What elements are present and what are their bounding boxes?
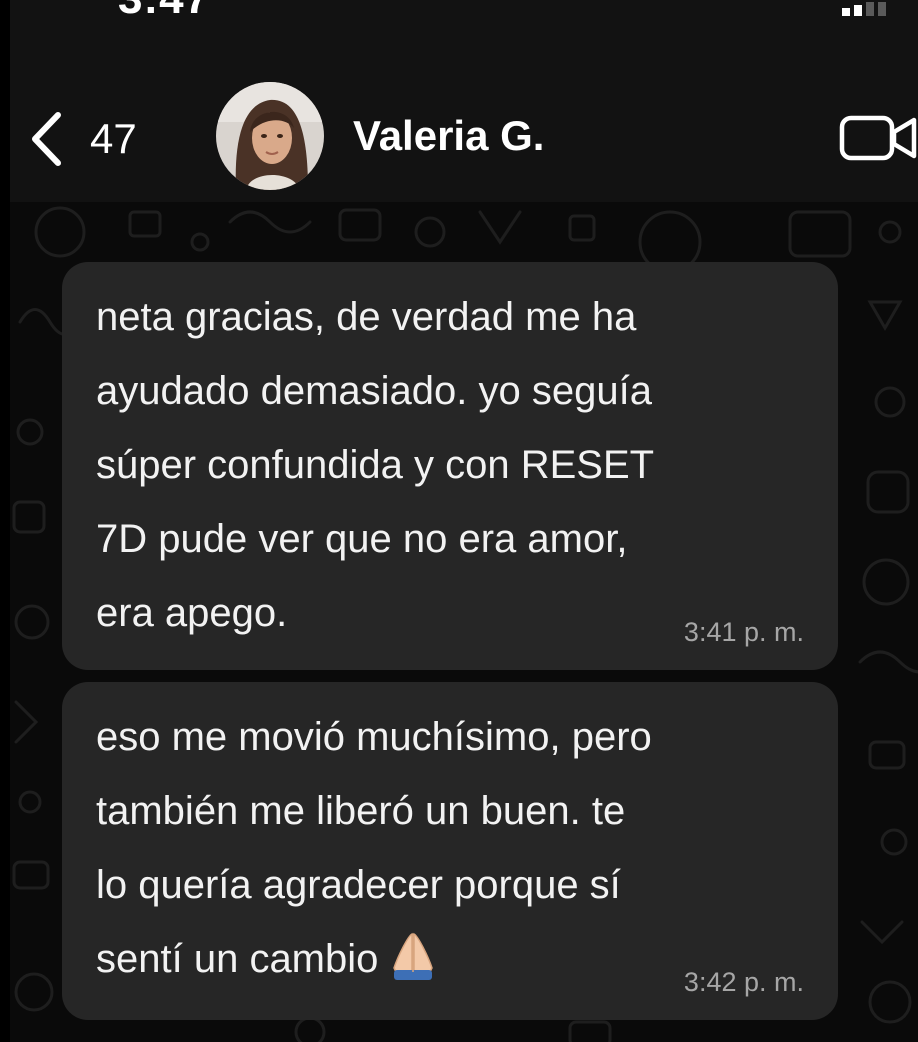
chat-screen: 3:47 47 (10, 0, 918, 1042)
avatar[interactable] (216, 82, 324, 190)
video-call-icon[interactable] (838, 112, 918, 164)
message-text: neta gracias, de verdad me ha ayudado de… (96, 295, 655, 635)
phone-frame: 3:47 47 (0, 0, 918, 1042)
message-list[interactable]: neta gracias, de verdad me ha ayudado de… (10, 202, 918, 1042)
message-bubble[interactable]: eso me movió muchísimo, pero también me … (62, 682, 838, 1020)
message-timestamp: 3:42 p. m. (683, 967, 804, 997)
signal-icon (842, 2, 886, 16)
message-text-content: eso me movió muchísimo, pero también me … (96, 715, 652, 981)
message-text: eso me movió muchísimo, pero también me … (96, 700, 804, 1004)
message-bubble[interactable]: neta gracias, de verdad me ha ayudado de… (62, 262, 838, 670)
message-timestamp: 3:41 p. m. (683, 617, 804, 647)
back-button[interactable]: 47 (30, 104, 160, 174)
contact-name[interactable]: Valeria G. (353, 112, 544, 160)
chevron-left-icon (32, 112, 61, 166)
folded-hands-icon (388, 930, 438, 1004)
unread-count: 47 (90, 115, 137, 162)
status-time: 3:47 (118, 0, 210, 24)
chat-header: 47 Valeria G. (10, 40, 918, 202)
status-bar: 3:47 (10, 0, 918, 40)
avatar-image (216, 82, 324, 190)
